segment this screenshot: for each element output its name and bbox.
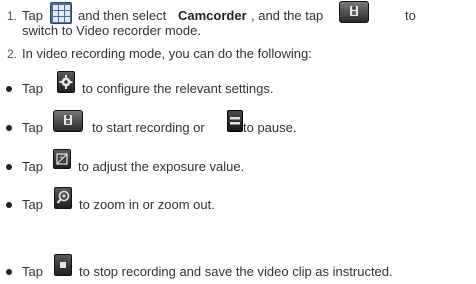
bullet-dot <box>6 202 12 208</box>
instructions-document: 1. Tap and then select Camcorder , and t… <box>0 0 476 284</box>
camcorder-label: Camcorder <box>178 8 247 23</box>
record-icon <box>53 110 83 132</box>
step-text-to: to <box>405 8 416 23</box>
bullet-dot <box>6 269 12 275</box>
step-number: 1. <box>7 9 18 23</box>
svg-text:-: - <box>63 159 65 165</box>
apps-grid-icon <box>50 2 72 24</box>
step-text: In video recording mode, you can do the … <box>22 46 312 61</box>
bullet-dot <box>6 164 12 170</box>
exposure-icon: + - <box>53 149 71 169</box>
video-mode-icon <box>339 1 369 23</box>
step-text-tap: Tap <box>22 8 43 23</box>
zoom-icon <box>54 187 72 209</box>
bullet-dot <box>6 125 12 131</box>
settings-gear-icon <box>57 71 75 93</box>
pause-icon <box>227 110 243 132</box>
stop-icon <box>54 254 72 276</box>
bullet-dot <box>6 86 12 92</box>
step-number: 2. <box>7 47 18 61</box>
step-text-and-tap: , and the tap <box>251 8 324 23</box>
step-text-then-select: and then select <box>78 8 167 23</box>
